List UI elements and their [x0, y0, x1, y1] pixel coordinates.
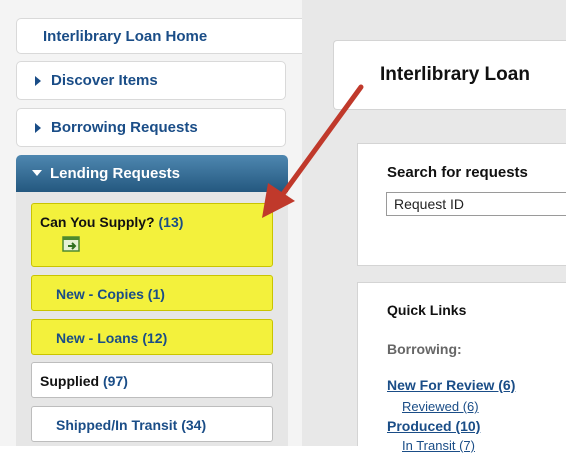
link-reviewed[interactable]: Reviewed (6) — [402, 399, 479, 414]
supplied-count: (97) — [103, 373, 128, 389]
new-loans-label: New - Loans (12) — [56, 330, 168, 346]
nav-lending-requests[interactable]: Lending Requests — [16, 155, 288, 192]
link-produced[interactable]: Produced (10) — [387, 418, 480, 434]
nav-discover-items[interactable]: Discover Items — [16, 61, 286, 100]
search-panel: Search for requests Request ID — [357, 143, 566, 266]
caret-down-icon — [32, 170, 42, 176]
lending-item-new-loans[interactable]: New - Loans (12) — [31, 319, 273, 355]
can-you-supply-label: Can You Supply? (13) — [40, 214, 184, 230]
caret-right-icon — [35, 123, 41, 133]
nav-ill-home[interactable]: Interlibrary Loan Home — [16, 18, 302, 54]
supplied-label: Supplied (97) — [40, 373, 128, 389]
nav-borrowing-requests-label: Borrowing Requests — [51, 119, 198, 136]
export-icon — [62, 236, 80, 252]
nav-lending-requests-label: Lending Requests — [50, 165, 181, 182]
lending-item-shipped-in-transit[interactable]: Shipped/In Transit (34) — [31, 406, 273, 442]
shipped-in-transit-label: Shipped/In Transit (34) — [56, 417, 207, 433]
lending-item-new-copies[interactable]: New - Copies (1) — [31, 275, 273, 311]
quick-links-heading: Quick Links — [387, 302, 467, 318]
new-copies-label: New - Copies (1) — [56, 286, 165, 302]
can-you-supply-count: (13) — [158, 214, 184, 230]
nav-borrowing-requests[interactable]: Borrowing Requests — [16, 108, 286, 147]
lending-item-supplied[interactable]: Supplied (97) — [31, 362, 273, 398]
page-title-card: Interlibrary Loan — [333, 40, 566, 110]
link-new-for-review[interactable]: New For Review (6) — [387, 377, 515, 393]
search-field-select[interactable]: Request ID — [386, 192, 566, 216]
caret-right-icon — [35, 76, 41, 86]
nav-discover-items-label: Discover Items — [51, 72, 158, 89]
borrowing-section-label: Borrowing: — [387, 341, 462, 357]
lending-item-can-you-supply[interactable]: Can You Supply? (13) — [31, 203, 273, 267]
nav-ill-home-label: Interlibrary Loan Home — [43, 28, 208, 45]
quick-links-panel: Quick Links Borrowing: New For Review (6… — [357, 282, 566, 453]
page-title: Interlibrary Loan — [380, 64, 530, 85]
search-heading: Search for requests — [387, 164, 528, 181]
